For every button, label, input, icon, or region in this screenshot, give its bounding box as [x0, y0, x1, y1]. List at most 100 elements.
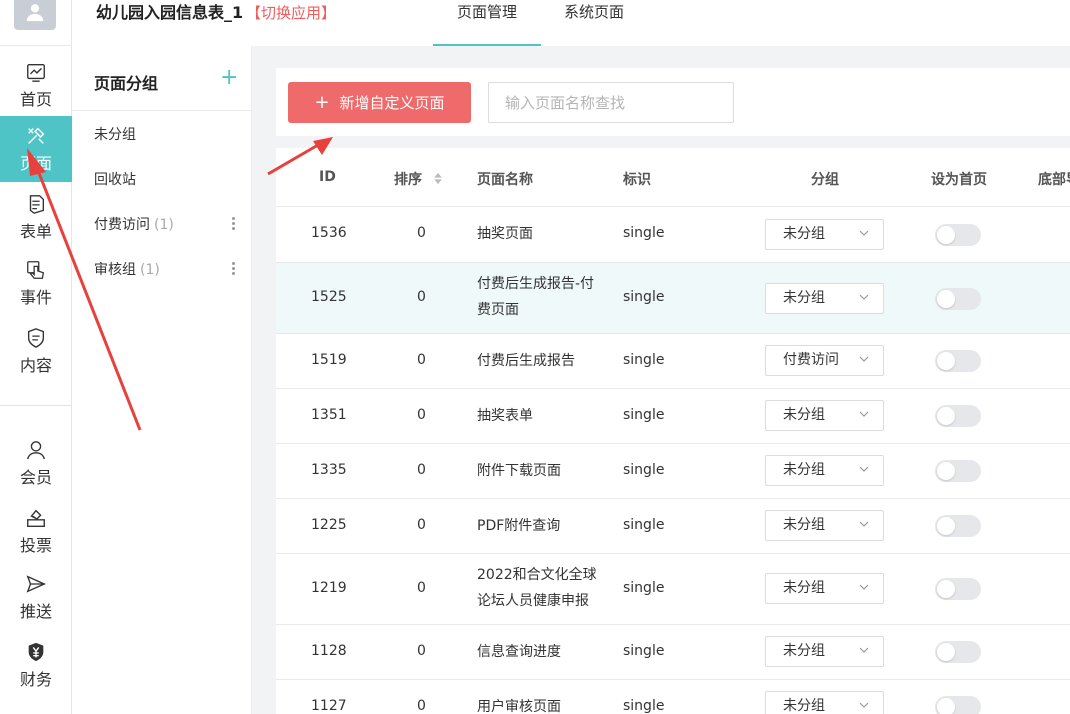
- chevron-down-icon: [859, 411, 869, 417]
- table-row: 1536 0 抽奖页面 single 未分组: [276, 206, 1070, 262]
- group-select[interactable]: 未分组: [765, 636, 884, 667]
- group-select-value: 付费访问: [783, 352, 839, 368]
- rail-item-finance[interactable]: 财务: [0, 632, 72, 698]
- chevron-down-icon: [859, 294, 869, 300]
- page-search-input[interactable]: [488, 82, 734, 123]
- group-select-value: 未分组: [783, 698, 825, 714]
- homepage-toggle[interactable]: [935, 515, 981, 537]
- cell-identifier: single: [623, 289, 665, 305]
- group-item-label: 付费访问: [94, 217, 150, 233]
- cell-id: 1225: [311, 517, 347, 533]
- group-item-recycle-bin[interactable]: 回收站: [94, 169, 136, 189]
- group-select-value: 未分组: [783, 290, 825, 306]
- cell-page-name[interactable]: 2022和合文化全球论坛人员健康申报: [477, 562, 602, 614]
- cell-identifier: single: [623, 517, 665, 533]
- form-icon: [29, 194, 45, 214]
- rail-item-label: 首页: [19, 89, 52, 109]
- cell-page-name[interactable]: 附件下载页面: [477, 458, 602, 484]
- rail-item-forms[interactable]: 表单: [0, 184, 72, 250]
- homepage-toggle[interactable]: [935, 696, 981, 714]
- group-item-label: 回收站: [94, 172, 136, 188]
- group-select[interactable]: 付费访问: [765, 345, 884, 376]
- rail-item-label: 会员: [19, 467, 52, 487]
- group-select-value: 未分组: [783, 462, 825, 478]
- cell-page-name[interactable]: 信息查询进度: [477, 639, 602, 665]
- cell-page-name[interactable]: PDF附件查询: [477, 513, 602, 539]
- group-select-value: 未分组: [783, 517, 825, 533]
- cell-identifier: single: [623, 352, 665, 368]
- cell-sort: 0: [417, 698, 426, 714]
- homepage-toggle[interactable]: [935, 578, 981, 600]
- rail-item-label: 表单: [19, 221, 52, 241]
- avatar[interactable]: [14, 0, 56, 30]
- add-custom-page-button[interactable]: + 新增自定义页面: [288, 82, 471, 123]
- group-item-count: (1): [154, 217, 174, 233]
- rail-item-content[interactable]: 内容: [0, 318, 72, 384]
- cell-page-name[interactable]: 用户审核页面: [477, 694, 602, 714]
- tools-icon: [28, 127, 45, 144]
- cell-page-name[interactable]: 付费后生成报告: [477, 348, 602, 374]
- rail-item-members[interactable]: 会员: [0, 430, 72, 496]
- column-header-identifier: 标识: [623, 172, 651, 188]
- group-panel-title: 页面分组: [94, 74, 159, 93]
- column-header-sort[interactable]: 排序: [394, 169, 443, 189]
- group-select-value: 未分组: [783, 407, 825, 423]
- group-item-review[interactable]: 审核组 (1): [94, 259, 160, 279]
- rail-item-vote[interactable]: 投票: [0, 498, 72, 564]
- group-select[interactable]: 未分组: [765, 573, 884, 604]
- table-row: 1128 0 信息查询进度 single 未分组: [276, 624, 1070, 679]
- toolbar: + 新增自定义页面: [276, 68, 1070, 136]
- group-select[interactable]: 未分组: [765, 510, 884, 541]
- cell-sort: 0: [417, 517, 426, 533]
- cell-sort: 0: [417, 289, 426, 305]
- more-options-icon[interactable]: [232, 217, 236, 230]
- group-select[interactable]: 未分组: [765, 455, 884, 486]
- chevron-down-icon: [859, 647, 869, 653]
- cell-identifier: single: [623, 643, 665, 659]
- cell-identifier: single: [623, 698, 665, 714]
- homepage-toggle[interactable]: [935, 224, 981, 246]
- homepage-toggle[interactable]: [935, 405, 981, 427]
- group-item-ungrouped[interactable]: 未分组: [94, 124, 136, 144]
- group-select[interactable]: 未分组: [765, 283, 884, 314]
- table-row: 1127 0 用户审核页面 single 未分组: [276, 679, 1070, 714]
- tab-system-pages[interactable]: 系统页面: [564, 0, 624, 46]
- sort-arrows-icon[interactable]: [433, 172, 443, 185]
- cell-page-name[interactable]: 抽奖页面: [477, 221, 602, 247]
- column-header-group: 分组: [811, 172, 839, 188]
- tab-page-management[interactable]: 页面管理: [433, 0, 541, 46]
- group-select[interactable]: 未分组: [765, 400, 884, 431]
- homepage-toggle[interactable]: [935, 350, 981, 372]
- more-options-icon[interactable]: [232, 262, 236, 275]
- cell-id: 1128: [311, 643, 347, 659]
- cell-id: 1536: [311, 225, 347, 241]
- rail-item-pages[interactable]: 页面: [0, 116, 72, 182]
- group-select-value: 未分组: [783, 226, 825, 242]
- cell-page-name[interactable]: 抽奖表单: [477, 403, 602, 429]
- homepage-toggle[interactable]: [935, 288, 981, 310]
- group-select-value: 未分组: [783, 580, 825, 596]
- rail-item-label: 推送: [19, 601, 52, 621]
- rail-item-push[interactable]: 推送: [0, 564, 72, 630]
- add-group-button[interactable]: +: [220, 66, 238, 90]
- left-rail: 首页 页面 表单 事件 内容 会员 投票 推送 财务: [0, 0, 72, 714]
- column-header-label: 排序: [394, 172, 422, 188]
- homepage-toggle[interactable]: [935, 460, 981, 482]
- switch-app-link[interactable]: 【切换应用】: [246, 0, 336, 26]
- rail-item-events[interactable]: 事件: [0, 250, 72, 316]
- group-select[interactable]: 未分组: [765, 691, 884, 714]
- add-custom-page-label: 新增自定义页面: [339, 94, 445, 112]
- cell-page-name[interactable]: 付费后生成报告-付费页面: [477, 271, 602, 323]
- group-item-paid-access[interactable]: 付费访问 (1): [94, 214, 174, 234]
- content-shield-icon: [27, 327, 45, 348]
- homepage-toggle[interactable]: [935, 641, 981, 663]
- cell-sort: 0: [417, 407, 426, 423]
- cell-id: 1335: [311, 462, 347, 478]
- rail-item-home[interactable]: 首页: [0, 52, 72, 118]
- send-icon: [26, 574, 46, 593]
- group-item-label: 未分组: [94, 127, 136, 143]
- table-row: 1525 0 付费后生成报告-付费页面 single 未分组: [276, 262, 1070, 333]
- table-row: 1351 0 抽奖表单 single 未分组: [276, 388, 1070, 443]
- cell-identifier: single: [623, 225, 665, 241]
- group-select[interactable]: 未分组: [765, 219, 884, 250]
